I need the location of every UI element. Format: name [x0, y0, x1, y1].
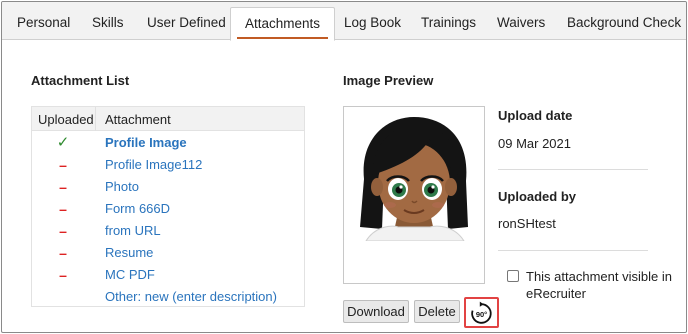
- delete-button[interactable]: Delete: [414, 300, 460, 323]
- upload-date-label: Upload date: [498, 108, 573, 123]
- header-divider: [95, 107, 96, 131]
- attachment-link[interactable]: from URL: [105, 223, 161, 238]
- attachment-link[interactable]: Profile Image: [105, 135, 187, 150]
- tab-log-book[interactable]: Log Book: [344, 2, 401, 40]
- visible-in-erecruiter-label: This attachment visible in eRecruiter: [526, 269, 672, 301]
- visible-in-erecruiter-checkbox[interactable]: [507, 270, 519, 282]
- svg-text:90°: 90°: [476, 310, 487, 319]
- rotate-90-icon: 90°: [471, 301, 492, 324]
- tab-personal[interactable]: Personal: [17, 2, 70, 40]
- table-row[interactable]: – Profile Image112: [32, 155, 304, 177]
- rotate-90-button[interactable]: 90°: [464, 297, 499, 328]
- attachment-link[interactable]: Profile Image112: [105, 157, 202, 172]
- attachment-link[interactable]: Photo: [105, 179, 139, 194]
- tab-bar: Personal Skills User Defined Attachments…: [2, 2, 686, 41]
- image-preview-title: Image Preview: [343, 73, 434, 88]
- tab-user-defined[interactable]: User Defined: [147, 2, 226, 40]
- dash-icon: –: [59, 157, 67, 173]
- tab-attachments[interactable]: Attachments: [230, 7, 336, 41]
- info-divider: [498, 250, 648, 251]
- uploaded-by-label: Uploaded by: [498, 189, 577, 204]
- table-row[interactable]: Other: new (enter description): [32, 287, 304, 309]
- dash-icon: –: [59, 223, 67, 239]
- uploaded-by-value: ronSHtest: [498, 216, 556, 231]
- checkmark-icon: ✓: [56, 134, 70, 151]
- attachment-link[interactable]: Resume: [105, 245, 153, 260]
- table-row[interactable]: – Form 666D: [32, 199, 304, 221]
- table-row[interactable]: – Photo: [32, 177, 304, 199]
- profile-image-preview: [346, 109, 482, 241]
- tab-background-check[interactable]: Background Check: [567, 2, 681, 40]
- attachment-column-header: Attachment: [105, 112, 171, 127]
- table-row[interactable]: – from URL: [32, 221, 304, 243]
- table-row[interactable]: – Resume: [32, 243, 304, 265]
- attachment-list-title: Attachment List: [31, 73, 130, 88]
- attachment-table-header: Uploaded Attachment: [32, 107, 304, 131]
- dash-icon: –: [59, 179, 67, 195]
- tab-skills[interactable]: Skills: [92, 2, 124, 40]
- dash-icon: –: [59, 267, 67, 283]
- image-preview-box: [343, 106, 485, 284]
- dash-icon: –: [59, 245, 67, 261]
- table-row[interactable]: ✓ Profile Image: [32, 133, 304, 155]
- attachment-table: Uploaded Attachment ✓ Profile Image – Pr…: [31, 106, 305, 307]
- attachments-panel: Personal Skills User Defined Attachments…: [1, 1, 687, 333]
- dash-icon: –: [59, 201, 67, 217]
- download-button[interactable]: Download: [343, 300, 409, 323]
- uploaded-column-header: Uploaded: [38, 112, 94, 127]
- attachment-link[interactable]: MC PDF: [105, 267, 155, 282]
- attachment-link[interactable]: Other: new (enter description): [105, 289, 277, 304]
- table-row[interactable]: – MC PDF: [32, 265, 304, 287]
- attachment-link[interactable]: Form 666D: [105, 201, 170, 216]
- info-divider: [498, 169, 648, 170]
- upload-date-value: 09 Mar 2021: [498, 136, 571, 151]
- tab-waivers[interactable]: Waivers: [497, 2, 545, 40]
- tab-trainings[interactable]: Trainings: [421, 2, 476, 40]
- avatar-illustration: [346, 109, 482, 241]
